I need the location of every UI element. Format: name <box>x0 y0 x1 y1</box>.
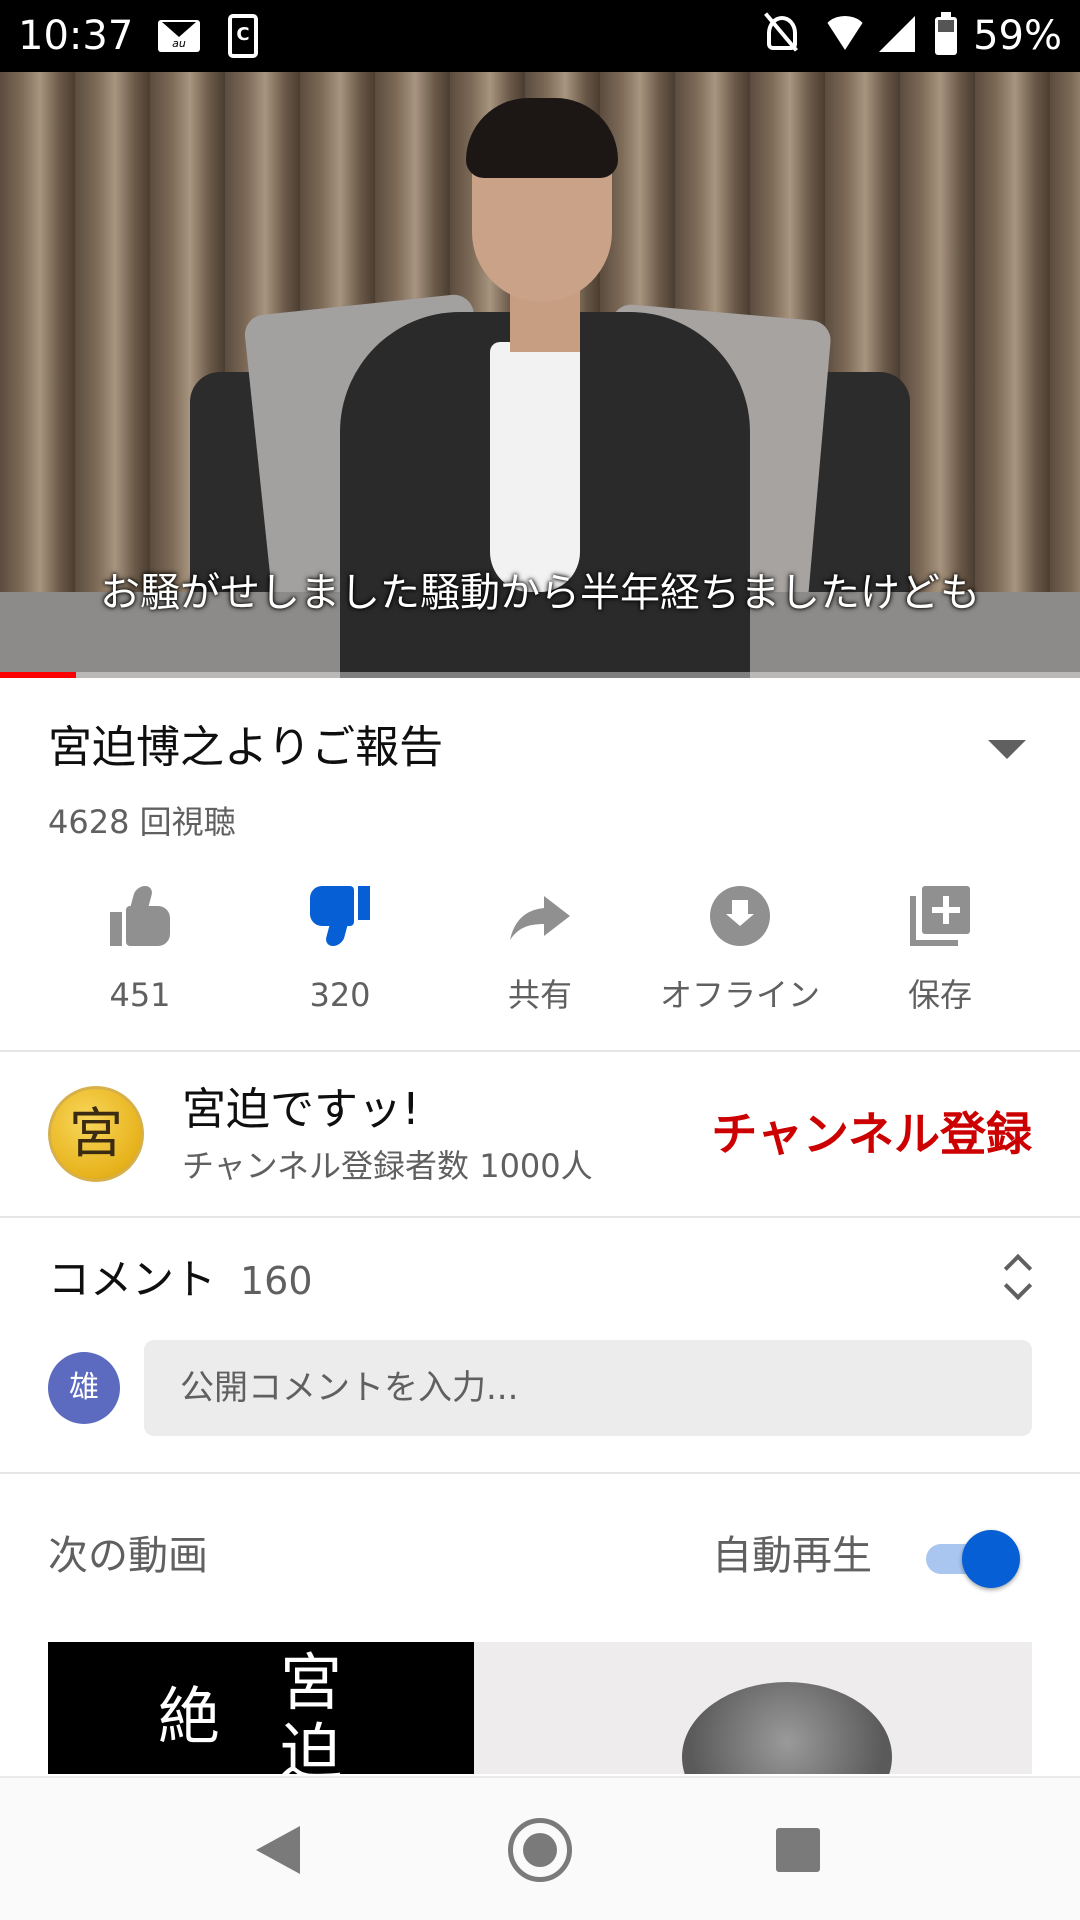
battery-icon <box>935 12 958 55</box>
system-nav-bar <box>0 1776 1080 1920</box>
save-button[interactable]: 保存 <box>840 880 1040 1020</box>
mute-icon <box>767 16 807 56</box>
video-player[interactable]: お騒がせしました騒動から半年経ちましたけども <box>0 72 1080 678</box>
channel-subscriber-count: チャンネル登録者数 1000人 <box>182 1147 593 1185</box>
wifi-icon <box>823 16 868 56</box>
video-progress-bar[interactable] <box>0 672 1080 678</box>
video-frame-shirt <box>490 342 580 592</box>
video-title-row[interactable]: 宮迫博之よりご報告 <box>48 716 1038 780</box>
share-button[interactable]: 共有 <box>440 880 640 1020</box>
comments-count: 160 <box>240 1259 313 1303</box>
battery-percent: 59% <box>973 13 1062 59</box>
video-caption: お騒がせしました騒動から半年経ちましたけども <box>100 570 980 616</box>
thumbnail-person <box>682 1682 892 1774</box>
offline-button[interactable]: オフライン <box>640 880 840 1020</box>
next-video-thumbnail[interactable]: 宮 迫 絶 <box>48 1642 1032 1774</box>
comment-input[interactable] <box>144 1340 1032 1436</box>
thumbnail-photo <box>474 1642 1032 1774</box>
like-count: 451 <box>109 976 171 1014</box>
subscribe-button[interactable]: チャンネル登録 <box>711 1104 1032 1164</box>
thumbnail-title-panel: 宮 迫 絶 <box>48 1642 474 1774</box>
autoplay-toggle[interactable] <box>926 1530 1022 1588</box>
channel-name[interactable]: 宮迫ですッ! <box>182 1082 420 1138</box>
channel-avatar[interactable]: 宮 <box>48 1086 144 1182</box>
back-icon[interactable] <box>256 1826 300 1874</box>
up-next-title: 次の動画 <box>48 1533 208 1579</box>
expand-description-icon[interactable] <box>988 740 1026 759</box>
share-icon <box>510 886 570 946</box>
dislike-count: 320 <box>309 976 371 1014</box>
like-button[interactable]: 451 <box>40 880 240 1020</box>
thumbnail-char: 迫 <box>280 1716 343 1775</box>
action-bar: 451 320 共有 オフライン 保存 <box>40 880 1040 1020</box>
divider <box>0 1216 1080 1218</box>
status-bar: 10:37 au C 59% <box>0 0 1080 72</box>
mail-label: au <box>172 37 186 50</box>
thumb-down-icon <box>310 886 370 946</box>
playlist-add-icon <box>910 886 970 946</box>
comments-title[interactable]: コメント <box>48 1252 216 1308</box>
status-time: 10:37 <box>18 13 134 59</box>
save-label: 保存 <box>907 976 972 1014</box>
app-notification-icon: C <box>228 14 258 58</box>
thumbnail-char: 宮 <box>280 1646 343 1719</box>
share-label: 共有 <box>507 976 572 1014</box>
autoplay-label: 自動再生 <box>712 1533 872 1579</box>
user-avatar: 雄 <box>48 1352 120 1424</box>
signal-icon <box>879 16 919 56</box>
recents-icon[interactable] <box>776 1828 820 1872</box>
status-right: 59% <box>767 12 1062 60</box>
video-frame-hair <box>466 98 618 178</box>
download-icon <box>710 886 770 946</box>
toggle-knob <box>962 1530 1020 1588</box>
expand-comments-icon[interactable] <box>1004 1254 1032 1302</box>
view-count: 4628 回視聴 <box>48 803 236 841</box>
divider <box>0 1050 1080 1052</box>
mail-notification-icon: au <box>158 20 200 52</box>
home-icon[interactable] <box>508 1818 572 1882</box>
thumbnail-char: 絶 <box>158 1680 221 1753</box>
dislike-button[interactable]: 320 <box>240 880 440 1020</box>
thumb-up-icon <box>110 886 170 946</box>
offline-label: オフライン <box>659 976 820 1014</box>
video-progress-fill <box>0 672 76 678</box>
video-title: 宮迫博之よりご報告 <box>48 722 444 773</box>
divider <box>0 1472 1080 1474</box>
